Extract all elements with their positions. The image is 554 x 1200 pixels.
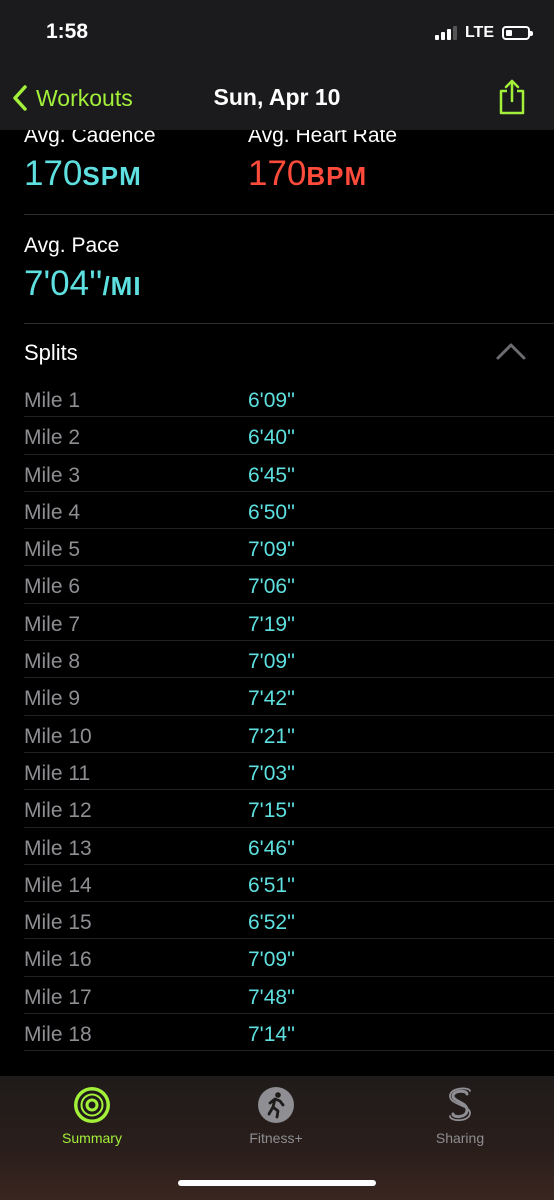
split-row: Mile 10 7'21'' <box>0 716 554 754</box>
share-icon <box>499 79 525 115</box>
split-mile-label: Mile 10 <box>24 724 92 748</box>
split-pace-value: 6'50'' <box>248 500 296 524</box>
split-pace-value: 7'09'' <box>248 538 296 562</box>
avg-pace-label: Avg. Pace <box>24 234 120 257</box>
tab-sharing[interactable]: Sharing <box>400 1086 520 1146</box>
divider <box>24 214 554 215</box>
tab-fitness-plus[interactable]: Fitness+ <box>216 1086 336 1146</box>
split-pace-value: 6'51'' <box>248 873 296 897</box>
battery-icon <box>502 26 533 40</box>
sharing-icon <box>449 1087 471 1122</box>
split-mile-label: Mile 11 <box>24 761 91 785</box>
split-pace-value: 7'42'' <box>248 687 296 711</box>
split-pace-value: 7'09'' <box>248 650 296 674</box>
split-pace-value: 6'09'' <box>248 389 296 412</box>
avg-heart-rate-number: 170 <box>248 154 307 193</box>
split-mile-label: Mile 8 <box>24 650 81 674</box>
split-mile-label: Mile 7 <box>24 612 81 636</box>
split-pace-value: 6'52'' <box>248 911 296 935</box>
split-mile-label: Mile 6 <box>24 575 81 599</box>
split-row: Mile 4 6'50'' <box>0 492 554 530</box>
avg-pace-number: 7'04'' <box>24 264 103 303</box>
split-row: Mile 9 7'42'' <box>0 678 554 716</box>
avg-cadence-unit: SPM <box>82 161 142 191</box>
splits-list: Mile 1 6'09'' Mile 2 6'40'' Mile 3 6'45'' Mile… <box>0 380 554 1052</box>
split-mile-label: Mile 9 <box>24 687 81 711</box>
splits-section-title: Splits <box>24 340 78 365</box>
tab-sharing-label: Sharing <box>435 1130 485 1146</box>
status-time: 1:58 <box>46 20 89 43</box>
split-pace-value: 7'21'' <box>248 724 296 748</box>
split-mile-label: Mile 3 <box>24 463 81 487</box>
avg-pace-value: 7'04''/MI <box>24 264 142 304</box>
avg-heart-rate-value: 170BPM <box>248 154 367 194</box>
split-mile-label: Mile 14 <box>24 873 92 897</box>
avg-cadence-number: 170 <box>24 154 83 193</box>
split-mile-label: Mile 18 <box>24 1023 92 1047</box>
avg-cadence-value: 170SPM <box>24 154 142 194</box>
network-type: LTE <box>464 24 494 41</box>
split-mile-label: Mile 1 <box>24 389 81 412</box>
tab-summary[interactable]: Summary <box>32 1086 152 1146</box>
split-row: Mile 2 6'40'' <box>0 417 554 455</box>
split-row: Mile 18 7'14'' <box>0 1014 554 1052</box>
status-bar: 1:58 LTE <box>0 0 554 70</box>
avg-heart-rate-unit: BPM <box>306 161 368 191</box>
split-pace-value: 7'09'' <box>248 948 296 972</box>
avg-heart-rate-label: Avg. Heart Rate <box>248 130 398 147</box>
signal-icon <box>434 26 457 40</box>
split-mile-label: Mile 5 <box>24 538 81 562</box>
collapse-splits-button[interactable] <box>496 342 526 365</box>
share-button[interactable] <box>496 78 528 121</box>
navigation-bar: Sun, Apr 10 Workouts <box>0 70 554 130</box>
home-indicator[interactable] <box>178 1180 376 1186</box>
split-pace-value: 7'06'' <box>248 575 296 599</box>
avg-cadence-label: Avg. Cadence <box>24 130 156 147</box>
divider <box>24 323 554 324</box>
split-pace-value: 7'15'' <box>248 799 296 823</box>
status-indicators: LTE <box>434 24 533 42</box>
split-pace-value: 7'03'' <box>248 761 296 785</box>
activity-rings-icon <box>74 1087 110 1123</box>
chevron-up-icon <box>496 343 526 360</box>
split-row: Mile 12 7'15'' <box>0 790 554 828</box>
split-pace-value: 6'45'' <box>248 463 296 487</box>
split-row: Mile 17 7'48'' <box>0 977 554 1015</box>
split-row: Mile 14 6'51'' <box>0 865 554 903</box>
split-pace-value: 7'48'' <box>248 985 296 1009</box>
split-row: Mile 7 7'19'' <box>0 604 554 642</box>
split-row: Mile 8 7'09'' <box>0 641 554 679</box>
split-row: Mile 1 6'09'' <box>0 380 554 418</box>
split-mile-label: Mile 2 <box>24 426 81 450</box>
split-row: Mile 16 7'09'' <box>0 939 554 978</box>
split-row: Mile 13 6'46'' <box>0 828 554 866</box>
split-pace-value: 7'19'' <box>248 612 296 636</box>
split-pace-value: 6'46'' <box>248 836 296 860</box>
split-mile-label: Mile 13 <box>24 836 92 860</box>
chevron-left-icon <box>13 85 27 111</box>
split-row: Mile 11 7'03'' <box>0 753 554 791</box>
workout-detail-content[interactable]: Avg. Cadence 170SPM Avg. Heart Rate 170B… <box>0 130 554 1076</box>
split-mile-label: Mile 17 <box>24 985 92 1009</box>
split-row: Mile 15 6'52'' <box>0 902 554 940</box>
back-button-label: Workouts <box>36 84 133 111</box>
split-mile-label: Mile 16 <box>24 948 92 972</box>
split-pace-value: 7'14'' <box>248 1023 296 1047</box>
tab-fitness-plus-label: Fitness+ <box>249 1130 303 1146</box>
split-mile-label: Mile 4 <box>24 500 81 524</box>
split-row: Mile 5 7'09'' <box>0 529 554 567</box>
split-row: Mile 3 6'45'' <box>0 455 554 493</box>
runner-icon <box>258 1087 294 1123</box>
back-button[interactable]: Workouts <box>12 84 133 112</box>
avg-pace-unit: /MI <box>102 271 142 301</box>
tab-summary-label: Summary <box>62 1130 122 1146</box>
split-mile-label: Mile 15 <box>24 911 92 935</box>
split-row: Mile 6 7'06'' <box>0 566 554 605</box>
split-mile-label: Mile 12 <box>24 799 92 823</box>
split-pace-value: 6'40'' <box>248 426 296 450</box>
